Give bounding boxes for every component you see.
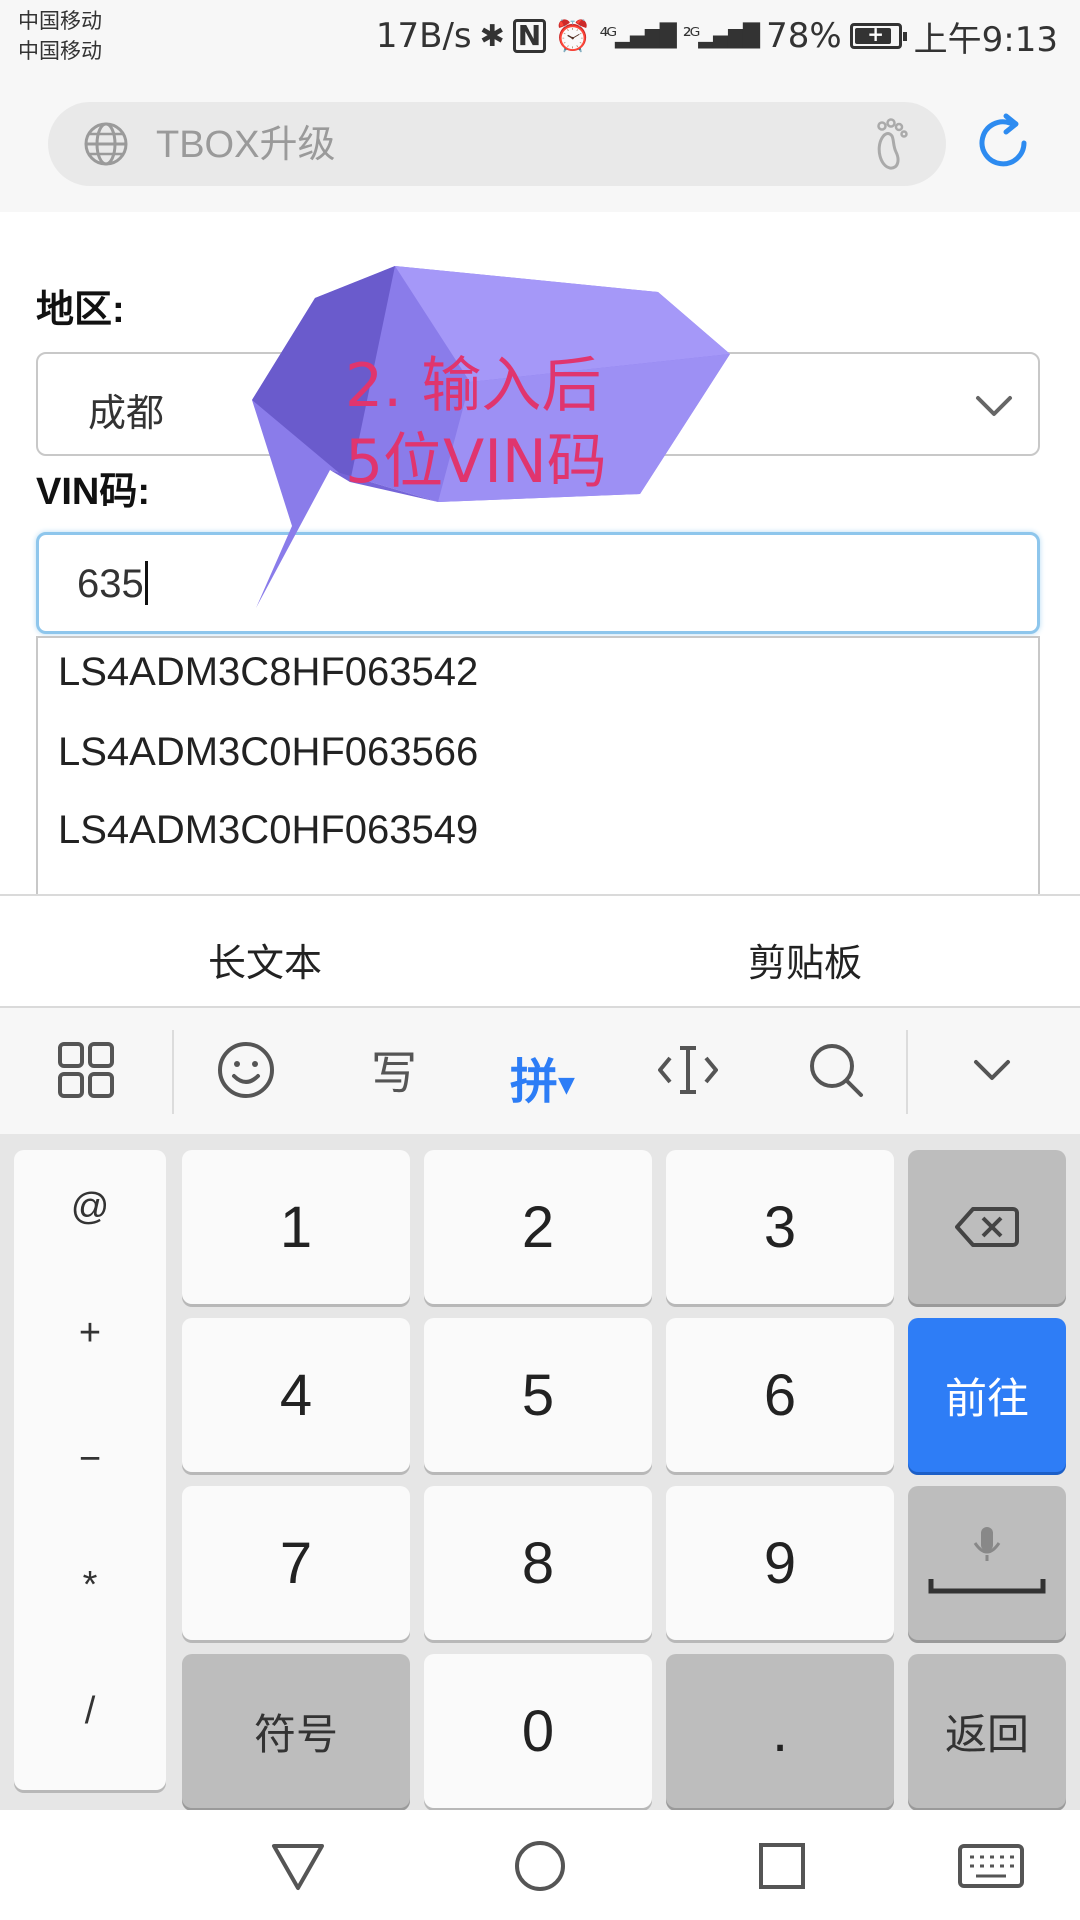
signal-2g-icon: ²ᴳ▂▄▆█: [682, 23, 760, 49]
bluetooth-icon: ✱: [479, 18, 505, 54]
symbol-key[interactable]: *: [14, 1564, 166, 1607]
carrier-1: 中国移动: [18, 9, 102, 33]
symbol-mode-key[interactable]: 符号: [182, 1654, 410, 1808]
browser-toolbar: TBOX升级: [0, 72, 1080, 212]
vin-suggestion-list: LS4ADM3C8HF063542 LS4ADM3C0HF063566 LS4A…: [36, 636, 1040, 896]
cursor-move-icon[interactable]: [656, 1038, 720, 1102]
symbol-key[interactable]: @: [14, 1186, 166, 1229]
key-6[interactable]: 6: [666, 1318, 894, 1472]
clipboard-button[interactable]: 剪贴板: [748, 932, 862, 987]
key-9[interactable]: 9: [666, 1486, 894, 1640]
vin-input-value: 635: [77, 561, 148, 607]
pinyin-mode-button[interactable]: 拼▼: [510, 1042, 575, 1112]
toolbar-separator: [906, 1030, 908, 1114]
keyboard-icon[interactable]: [956, 1836, 1026, 1896]
back-triangle-icon[interactable]: [268, 1836, 328, 1896]
key-8[interactable]: 8: [424, 1486, 652, 1640]
nfc-icon: N: [512, 19, 547, 53]
keyboard-suggestion-strip: 长文本 剪贴板: [0, 894, 1080, 1008]
url-text: TBOX升级: [156, 124, 336, 166]
key-4[interactable]: 4: [182, 1318, 410, 1472]
carrier-2: 中国移动: [18, 39, 102, 63]
long-text-button[interactable]: 长文本: [208, 932, 322, 987]
numeric-keyboard: @ + − * / 1 2 3 4 5 6 前往 7 8 9 符号 0 . 返回: [0, 1134, 1080, 1810]
keyboard-toolbar: 写 拼▼: [0, 1008, 1080, 1134]
key-0[interactable]: 0: [424, 1654, 652, 1808]
symbol-key[interactable]: /: [14, 1690, 166, 1733]
space-key[interactable]: [908, 1486, 1066, 1640]
vin-label: VIN码:: [36, 471, 151, 513]
key-1[interactable]: 1: [182, 1150, 410, 1304]
emoji-icon[interactable]: [214, 1038, 278, 1102]
delete-key[interactable]: [908, 1150, 1066, 1304]
symbol-key[interactable]: +: [14, 1312, 166, 1355]
battery-icon: +: [849, 22, 907, 49]
region-value: 成都: [88, 393, 165, 435]
handwriting-icon[interactable]: 写: [362, 1038, 426, 1102]
alarm-icon: ⏰: [554, 18, 592, 54]
clock: 上午9:13: [913, 19, 1058, 60]
status-bar: 中国移动 中国移动 17B/s ✱ N ⏰ ⁴ᴳ▂▄▆█ ²ᴳ▂▄▆█ 78% …: [0, 0, 1080, 72]
vin-text: 635: [77, 562, 144, 606]
battery-percent: 78%: [766, 16, 842, 56]
symbol-key[interactable]: −: [14, 1438, 166, 1481]
key-2[interactable]: 2: [424, 1150, 652, 1304]
footprint-icon[interactable]: [866, 116, 918, 172]
navigation-bar: [0, 1810, 1080, 1920]
collapse-keyboard-icon[interactable]: [960, 1038, 1024, 1102]
suggestion-item[interactable]: LS4ADM3C8HF063542: [58, 650, 478, 695]
microphone-space-icon: [928, 1527, 1046, 1594]
symbol-column[interactable]: @ + − * /: [14, 1150, 166, 1790]
annotation-line-2: 5位VIN码: [345, 427, 607, 497]
signal-4g-icon: ⁴ᴳ▂▄▆█: [599, 23, 677, 49]
text-caret: [144, 561, 148, 605]
search-icon[interactable]: [804, 1038, 868, 1102]
return-key[interactable]: 返回: [908, 1654, 1066, 1808]
region-label: 地区:: [36, 289, 125, 331]
suggestion-item[interactable]: LS4ADM3C0HF063566: [58, 730, 478, 775]
refresh-icon[interactable]: [970, 110, 1036, 176]
chevron-down-icon: [976, 396, 1012, 416]
annotation-line-1: 2. 输入后: [345, 351, 602, 421]
go-key[interactable]: 前往: [908, 1318, 1066, 1472]
network-speed: 17B/s: [375, 16, 472, 56]
backspace-icon: [955, 1207, 1019, 1247]
toolbar-separator: [172, 1030, 174, 1114]
suggestion-item[interactable]: LS4ADM3C0HF063549: [58, 808, 478, 853]
pinyin-label: 拼: [510, 1054, 559, 1110]
dropdown-caret-icon: ▼: [558, 1073, 575, 1098]
status-right: 17B/s ✱ N ⏰ ⁴ᴳ▂▄▆█ ²ᴳ▂▄▆█ 78% + 上午9:13: [375, 14, 1058, 60]
dot-key[interactable]: .: [666, 1654, 894, 1808]
recents-square-icon[interactable]: [752, 1836, 812, 1896]
home-circle-icon[interactable]: [510, 1836, 570, 1896]
address-bar[interactable]: TBOX升级: [48, 102, 946, 186]
key-7[interactable]: 7: [182, 1486, 410, 1640]
key-3[interactable]: 3: [666, 1150, 894, 1304]
key-5[interactable]: 5: [424, 1318, 652, 1472]
apps-grid-icon[interactable]: [54, 1038, 118, 1102]
globe-icon: [84, 122, 128, 166]
